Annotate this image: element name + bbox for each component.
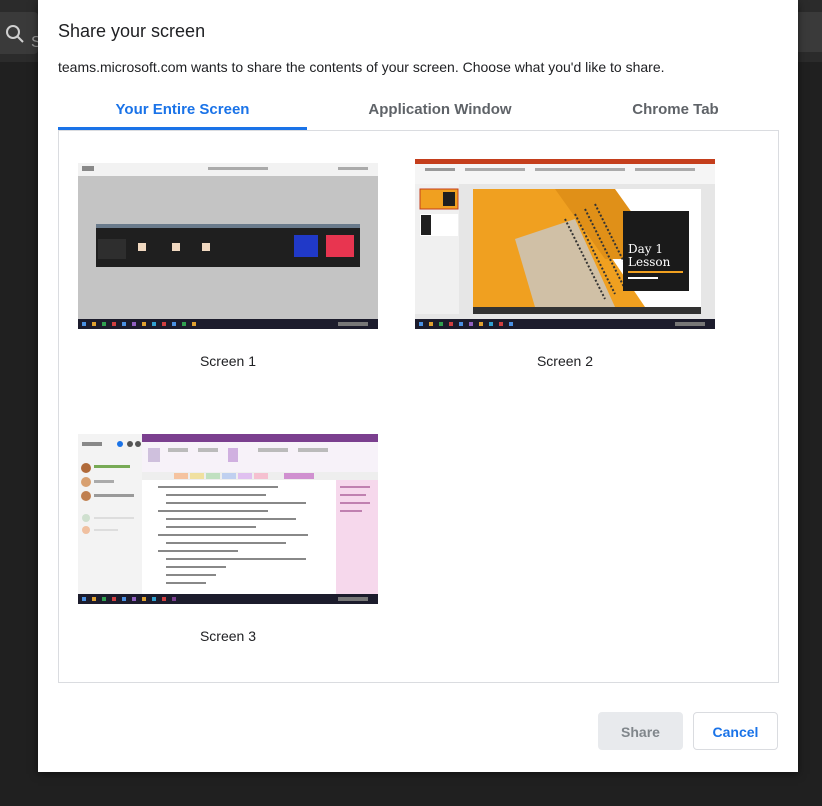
- background-right-edge: [798, 12, 822, 52]
- tab-chrome-tab[interactable]: Chrome Tab: [573, 92, 778, 128]
- tab-entire-screen[interactable]: Your Entire Screen: [58, 92, 307, 130]
- slide-title-line1: Day 1: [628, 242, 663, 256]
- share-button[interactable]: Share: [598, 712, 683, 750]
- dialog-subtitle: teams.microsoft.com wants to share the c…: [58, 59, 665, 75]
- screen-2-label: Screen 2: [536, 353, 594, 369]
- background-search-box[interactable]: S: [0, 12, 42, 54]
- screen-1-thumbnail: [78, 159, 378, 329]
- search-icon: [6, 25, 24, 43]
- tab-application-window[interactable]: Application Window: [307, 92, 573, 128]
- screen-option-2[interactable]: Day 1 Lesson Screen 2: [415, 159, 715, 379]
- screen-2-thumbnail: Day 1 Lesson: [415, 159, 715, 329]
- screen-3-thumbnail: [78, 434, 378, 604]
- screen-3-label: Screen 3: [199, 628, 257, 644]
- share-screen-dialog: Share your screen teams.microsoft.com wa…: [38, 0, 798, 772]
- cancel-button[interactable]: Cancel: [693, 712, 778, 750]
- screen-option-1[interactable]: Screen 1: [78, 159, 378, 379]
- screen-option-3[interactable]: Screen 3: [78, 434, 378, 654]
- dialog-title: Share your screen: [58, 21, 206, 41]
- screens-panel: Screen 1 Day 1 Lesson Screen 2 Screen 3: [58, 130, 779, 683]
- slide-title-line2: Lesson: [628, 255, 671, 269]
- share-tabs: Your Entire Screen Application Window Ch…: [58, 92, 778, 130]
- screen-1-label: Screen 1: [199, 353, 257, 369]
